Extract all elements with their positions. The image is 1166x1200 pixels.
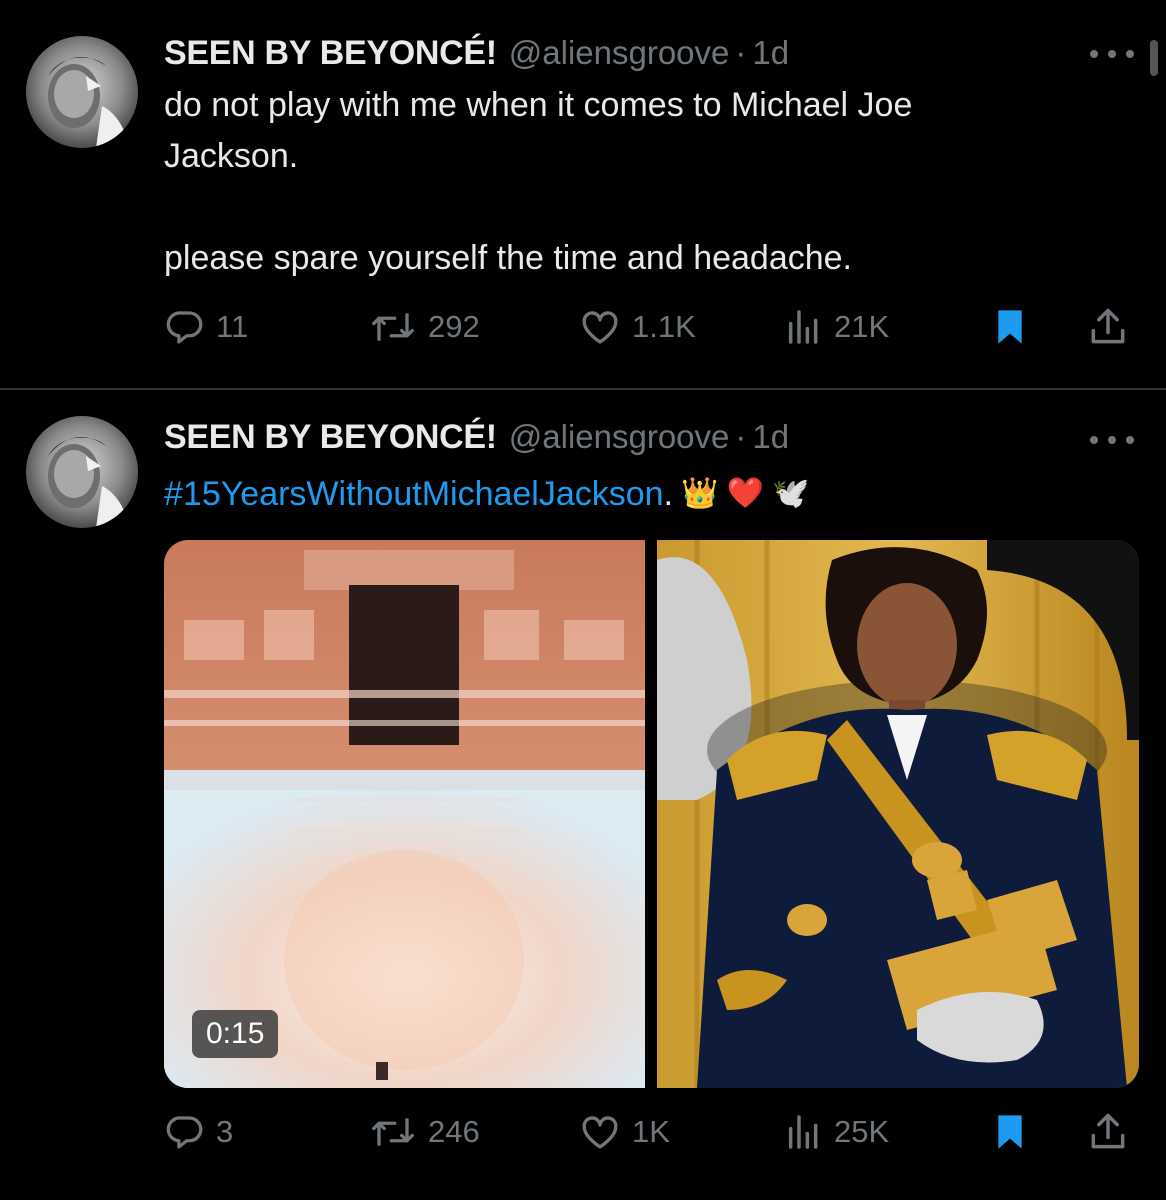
reply-count: 11 [216,309,249,344]
tweet[interactable]: SEEN BY BEYONCÉ! @aliensgroove · 1d do n… [0,0,1166,388]
timeline-feed: SEEN BY BEYONCÉ! @aliensgroove · 1d do n… [0,0,1166,1200]
views-button[interactable]: 25K [784,1108,889,1156]
bookmark-button[interactable] [990,303,1030,351]
like-count: 1K [632,1114,670,1149]
tweet-actions: 11 292 1.1K 21K [164,303,1134,351]
repost-count: 246 [428,1114,480,1149]
reply-count: 3 [216,1114,234,1149]
share-icon [1086,305,1130,349]
avatar[interactable] [26,36,138,148]
video-duration: 0:15 [192,1010,279,1058]
views-icon [784,1111,824,1153]
bookmark-button[interactable] [990,1108,1030,1156]
author-name[interactable]: SEEN BY BEYONCÉ! [164,418,497,457]
repost-icon [368,1111,418,1153]
tweet-header: SEEN BY BEYONCÉ! @aliensgroove · 1d [164,34,789,78]
tweet-actions: 3 246 1K 25K [164,1108,1134,1156]
views-count: 21K [834,309,890,344]
media-grid: 0:15 [164,540,1139,1088]
more-icon[interactable] [1090,430,1134,450]
tweet[interactable]: SEEN BY BEYONCÉ! @aliensgroove · 1d #15Y… [0,390,1166,1200]
separator-dot: · [735,418,747,455]
repost-count: 292 [428,309,480,344]
like-icon [578,1111,622,1153]
repost-button[interactable]: 246 [368,1108,480,1156]
separator-dot: · [735,34,747,71]
reply-icon [164,1111,206,1153]
like-count: 1.1K [632,309,696,344]
bookmark-icon [990,306,1030,348]
share-button[interactable] [1086,303,1130,351]
photo-thumbnail[interactable] [657,540,1139,1088]
author-name[interactable]: SEEN BY BEYONCÉ! [164,34,497,73]
repost-icon [368,306,418,348]
video-thumbnail[interactable]: 0:15 [164,540,645,1088]
reply-button[interactable]: 3 [164,1108,233,1156]
tweet-text: #15YearsWithoutMichaelJackson. 👑 ❤️ 🕊️ [164,468,1124,520]
bookmark-icon [990,1111,1030,1153]
share-icon [1086,1110,1130,1154]
avatar[interactable] [26,416,138,528]
timestamp[interactable]: 1d [752,418,789,456]
like-button[interactable]: 1K [578,1108,670,1156]
views-count: 25K [834,1114,890,1149]
more-icon[interactable] [1090,44,1134,64]
like-button[interactable]: 1.1K [578,303,696,351]
text-suffix: . [663,475,674,513]
hashtag-link[interactable]: #15YearsWithoutMichaelJackson [164,475,664,513]
share-button[interactable] [1086,1108,1130,1156]
tweet-text: do not play with me when it comes to Mic… [164,86,913,277]
tweet-header: SEEN BY BEYONCÉ! @aliensgroove · 1d [164,418,789,462]
views-button[interactable]: 21K [784,303,889,351]
emoji-group: 👑 ❤️ 🕊️ [681,477,810,510]
reply-icon [164,306,206,348]
reply-button[interactable]: 11 [164,303,248,351]
timestamp[interactable]: 1d [752,34,789,72]
views-icon [784,306,824,348]
repost-button[interactable]: 292 [368,303,480,351]
like-icon [578,306,622,348]
author-handle[interactable]: @aliensgroove [509,418,730,456]
author-handle[interactable]: @aliensgroove [509,34,730,72]
